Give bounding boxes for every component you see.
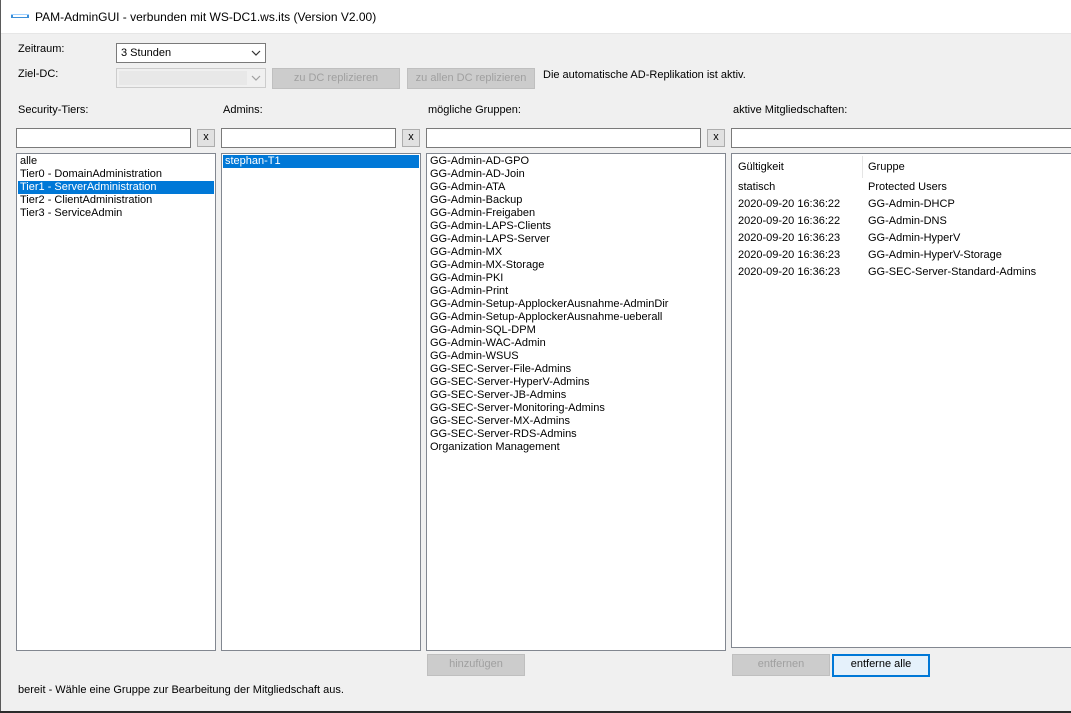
ziel-dc-label: Ziel-DC: — [18, 68, 59, 80]
admins-filter-clear-button[interactable]: x — [402, 129, 420, 147]
tier-list-item[interactable]: Tier2 - ClientAdministration — [18, 194, 214, 207]
memberships-listview[interactable]: Gültigkeit Gruppe statisch Protected User… — [731, 153, 1071, 648]
group-list-item[interactable]: GG-Admin-Print — [428, 285, 724, 298]
status-text: bereit - Wähle eine Gruppe zur Bearbeitu… — [18, 684, 344, 696]
membership-group: GG-Admin-DHCP — [868, 198, 955, 210]
group-list-item[interactable]: GG-Admin-AD-Join — [428, 168, 724, 181]
tier-list-item[interactable]: alle — [18, 155, 214, 168]
groups-items: GG-Admin-AD-GPO GG-Admin-AD-Join GG-Admin-… — [427, 154, 725, 454]
group-list-item[interactable]: Organization Management — [428, 441, 724, 454]
group-list-item[interactable]: GG-Admin-AD-GPO — [428, 155, 724, 168]
group-list-item[interactable]: GG-SEC-Server-JB-Admins — [428, 389, 724, 402]
membership-row[interactable]: 2020-09-20 16:36:22 GG-Admin-DHCP — [732, 198, 1071, 215]
chevron-down-icon — [251, 75, 261, 81]
column-header-validity[interactable]: Gültigkeit — [738, 161, 784, 173]
ziel-dc-select[interactable] — [116, 68, 266, 88]
tier-list-item[interactable]: Tier0 - DomainAdministration — [18, 168, 214, 181]
group-list-item[interactable]: GG-Admin-PKI — [428, 272, 724, 285]
membership-validity: statisch — [738, 181, 776, 193]
admins-list[interactable]: stephan-T1 — [221, 153, 421, 651]
add-button[interactable]: hinzufügen — [427, 654, 525, 676]
membership-validity: 2020-09-20 16:36:23 — [738, 266, 841, 278]
group-list-item[interactable]: GG-SEC-Server-RDS-Admins — [428, 428, 724, 441]
replication-info: Die automatische AD-Replikation ist akti… — [543, 69, 746, 81]
group-list-item[interactable]: GG-SEC-Server-File-Admins — [428, 363, 724, 376]
group-list-item[interactable]: GG-Admin-ATA — [428, 181, 724, 194]
membership-row[interactable]: 2020-09-20 16:36:22 GG-Admin-DNS — [732, 215, 1071, 232]
group-list-item[interactable]: GG-Admin-LAPS-Clients — [428, 220, 724, 233]
groups-filter-clear-button[interactable]: x — [707, 129, 725, 147]
groups-filter-input[interactable] — [426, 128, 701, 148]
app-window-icon — [11, 14, 29, 18]
tiers-filter-input[interactable] — [16, 128, 191, 148]
title-bar: PAM-AdminGUI - verbunden mit WS-DC1.ws.i… — [1, 0, 1071, 34]
membership-group: GG-SEC-Server-Standard-Admins — [868, 266, 1037, 278]
security-tiers-label: Security-Tiers: — [18, 104, 89, 116]
membership-row[interactable]: statisch Protected Users — [732, 181, 1071, 198]
memberships-filter-input[interactable] — [731, 128, 1071, 148]
group-list-item[interactable]: GG-Admin-Setup-ApplockerAusnahme-ueberal… — [428, 311, 724, 324]
tier-list-item[interactable]: Tier3 - ServiceAdmin — [18, 207, 214, 220]
replicate-to-all-dc-button[interactable]: zu allen DC replizieren — [407, 68, 535, 89]
group-list-item[interactable]: GG-Admin-WAC-Admin — [428, 337, 724, 350]
main-window: PAM-AdminGUI - verbunden mit WS-DC1.ws.i… — [0, 0, 1071, 711]
memberships-label: aktive Mitgliedschaften: — [733, 104, 848, 116]
memberships-header: Gültigkeit Gruppe — [732, 154, 1071, 178]
membership-validity: 2020-09-20 16:36:23 — [738, 232, 841, 244]
zeitraum-value: 3 Stunden — [121, 47, 172, 59]
column-separator[interactable] — [862, 156, 863, 178]
tier-list-item[interactable]: Tier1 - ServerAdministration — [18, 181, 214, 194]
zeitraum-label: Zeitraum: — [18, 43, 65, 55]
group-list-item[interactable]: GG-Admin-MX-Storage — [428, 259, 724, 272]
group-list-item[interactable]: GG-Admin-SQL-DPM — [428, 324, 724, 337]
chevron-down-icon — [251, 50, 261, 56]
replicate-to-dc-button[interactable]: zu DC replizieren — [272, 68, 400, 89]
tiers-filter-clear-button[interactable]: x — [197, 129, 215, 147]
remove-button[interactable]: entfernen — [732, 654, 830, 676]
remove-all-button[interactable]: entferne alle — [832, 654, 930, 677]
groups-list[interactable]: GG-Admin-AD-GPO GG-Admin-AD-Join GG-Admin-… — [426, 153, 726, 651]
membership-validity: 2020-09-20 16:36:23 — [738, 249, 841, 261]
membership-validity: 2020-09-20 16:36:22 — [738, 198, 841, 210]
groups-label: mögliche Gruppen: — [428, 104, 521, 116]
membership-row[interactable]: 2020-09-20 16:36:23 GG-Admin-HyperV — [732, 232, 1071, 249]
group-list-item[interactable]: GG-Admin-MX — [428, 246, 724, 259]
zeitraum-select[interactable]: 3 Stunden — [116, 43, 266, 63]
group-list-item[interactable]: GG-SEC-Server-MX-Admins — [428, 415, 724, 428]
admins-filter-input[interactable] — [221, 128, 396, 148]
membership-row[interactable]: 2020-09-20 16:36:23 GG-Admin-HyperV-Stora… — [732, 249, 1071, 266]
group-list-item[interactable]: GG-Admin-LAPS-Server — [428, 233, 724, 246]
window-title: PAM-AdminGUI - verbunden mit WS-DC1.ws.i… — [35, 10, 377, 24]
group-list-item[interactable]: GG-Admin-WSUS — [428, 350, 724, 363]
group-list-item[interactable]: GG-SEC-Server-Monitoring-Admins — [428, 402, 724, 415]
membership-validity: 2020-09-20 16:36:22 — [738, 215, 841, 227]
admins-items: stephan-T1 — [222, 154, 420, 168]
membership-group: GG-Admin-DNS — [868, 215, 947, 227]
membership-group: GG-Admin-HyperV — [868, 232, 961, 244]
group-list-item[interactable]: GG-Admin-Backup — [428, 194, 724, 207]
admins-label: Admins: — [223, 104, 263, 116]
membership-group: GG-Admin-HyperV-Storage — [868, 249, 1002, 261]
column-header-group[interactable]: Gruppe — [868, 161, 905, 173]
group-list-item[interactable]: GG-Admin-Setup-ApplockerAusnahme-AdminDi… — [428, 298, 724, 311]
security-tiers-items: alle Tier0 - DomainAdministration Tier1 - … — [17, 154, 215, 220]
group-list-item[interactable]: GG-Admin-Freigaben — [428, 207, 724, 220]
membership-group: Protected Users — [868, 181, 947, 193]
ziel-dc-field — [119, 71, 247, 85]
group-list-item[interactable]: GG-SEC-Server-HyperV-Admins — [428, 376, 724, 389]
membership-row[interactable]: 2020-09-20 16:36:23 GG-SEC-Server-Standar… — [732, 266, 1071, 283]
security-tiers-list[interactable]: alle Tier0 - DomainAdministration Tier1 - … — [16, 153, 216, 651]
admin-list-item[interactable]: stephan-T1 — [223, 155, 419, 168]
